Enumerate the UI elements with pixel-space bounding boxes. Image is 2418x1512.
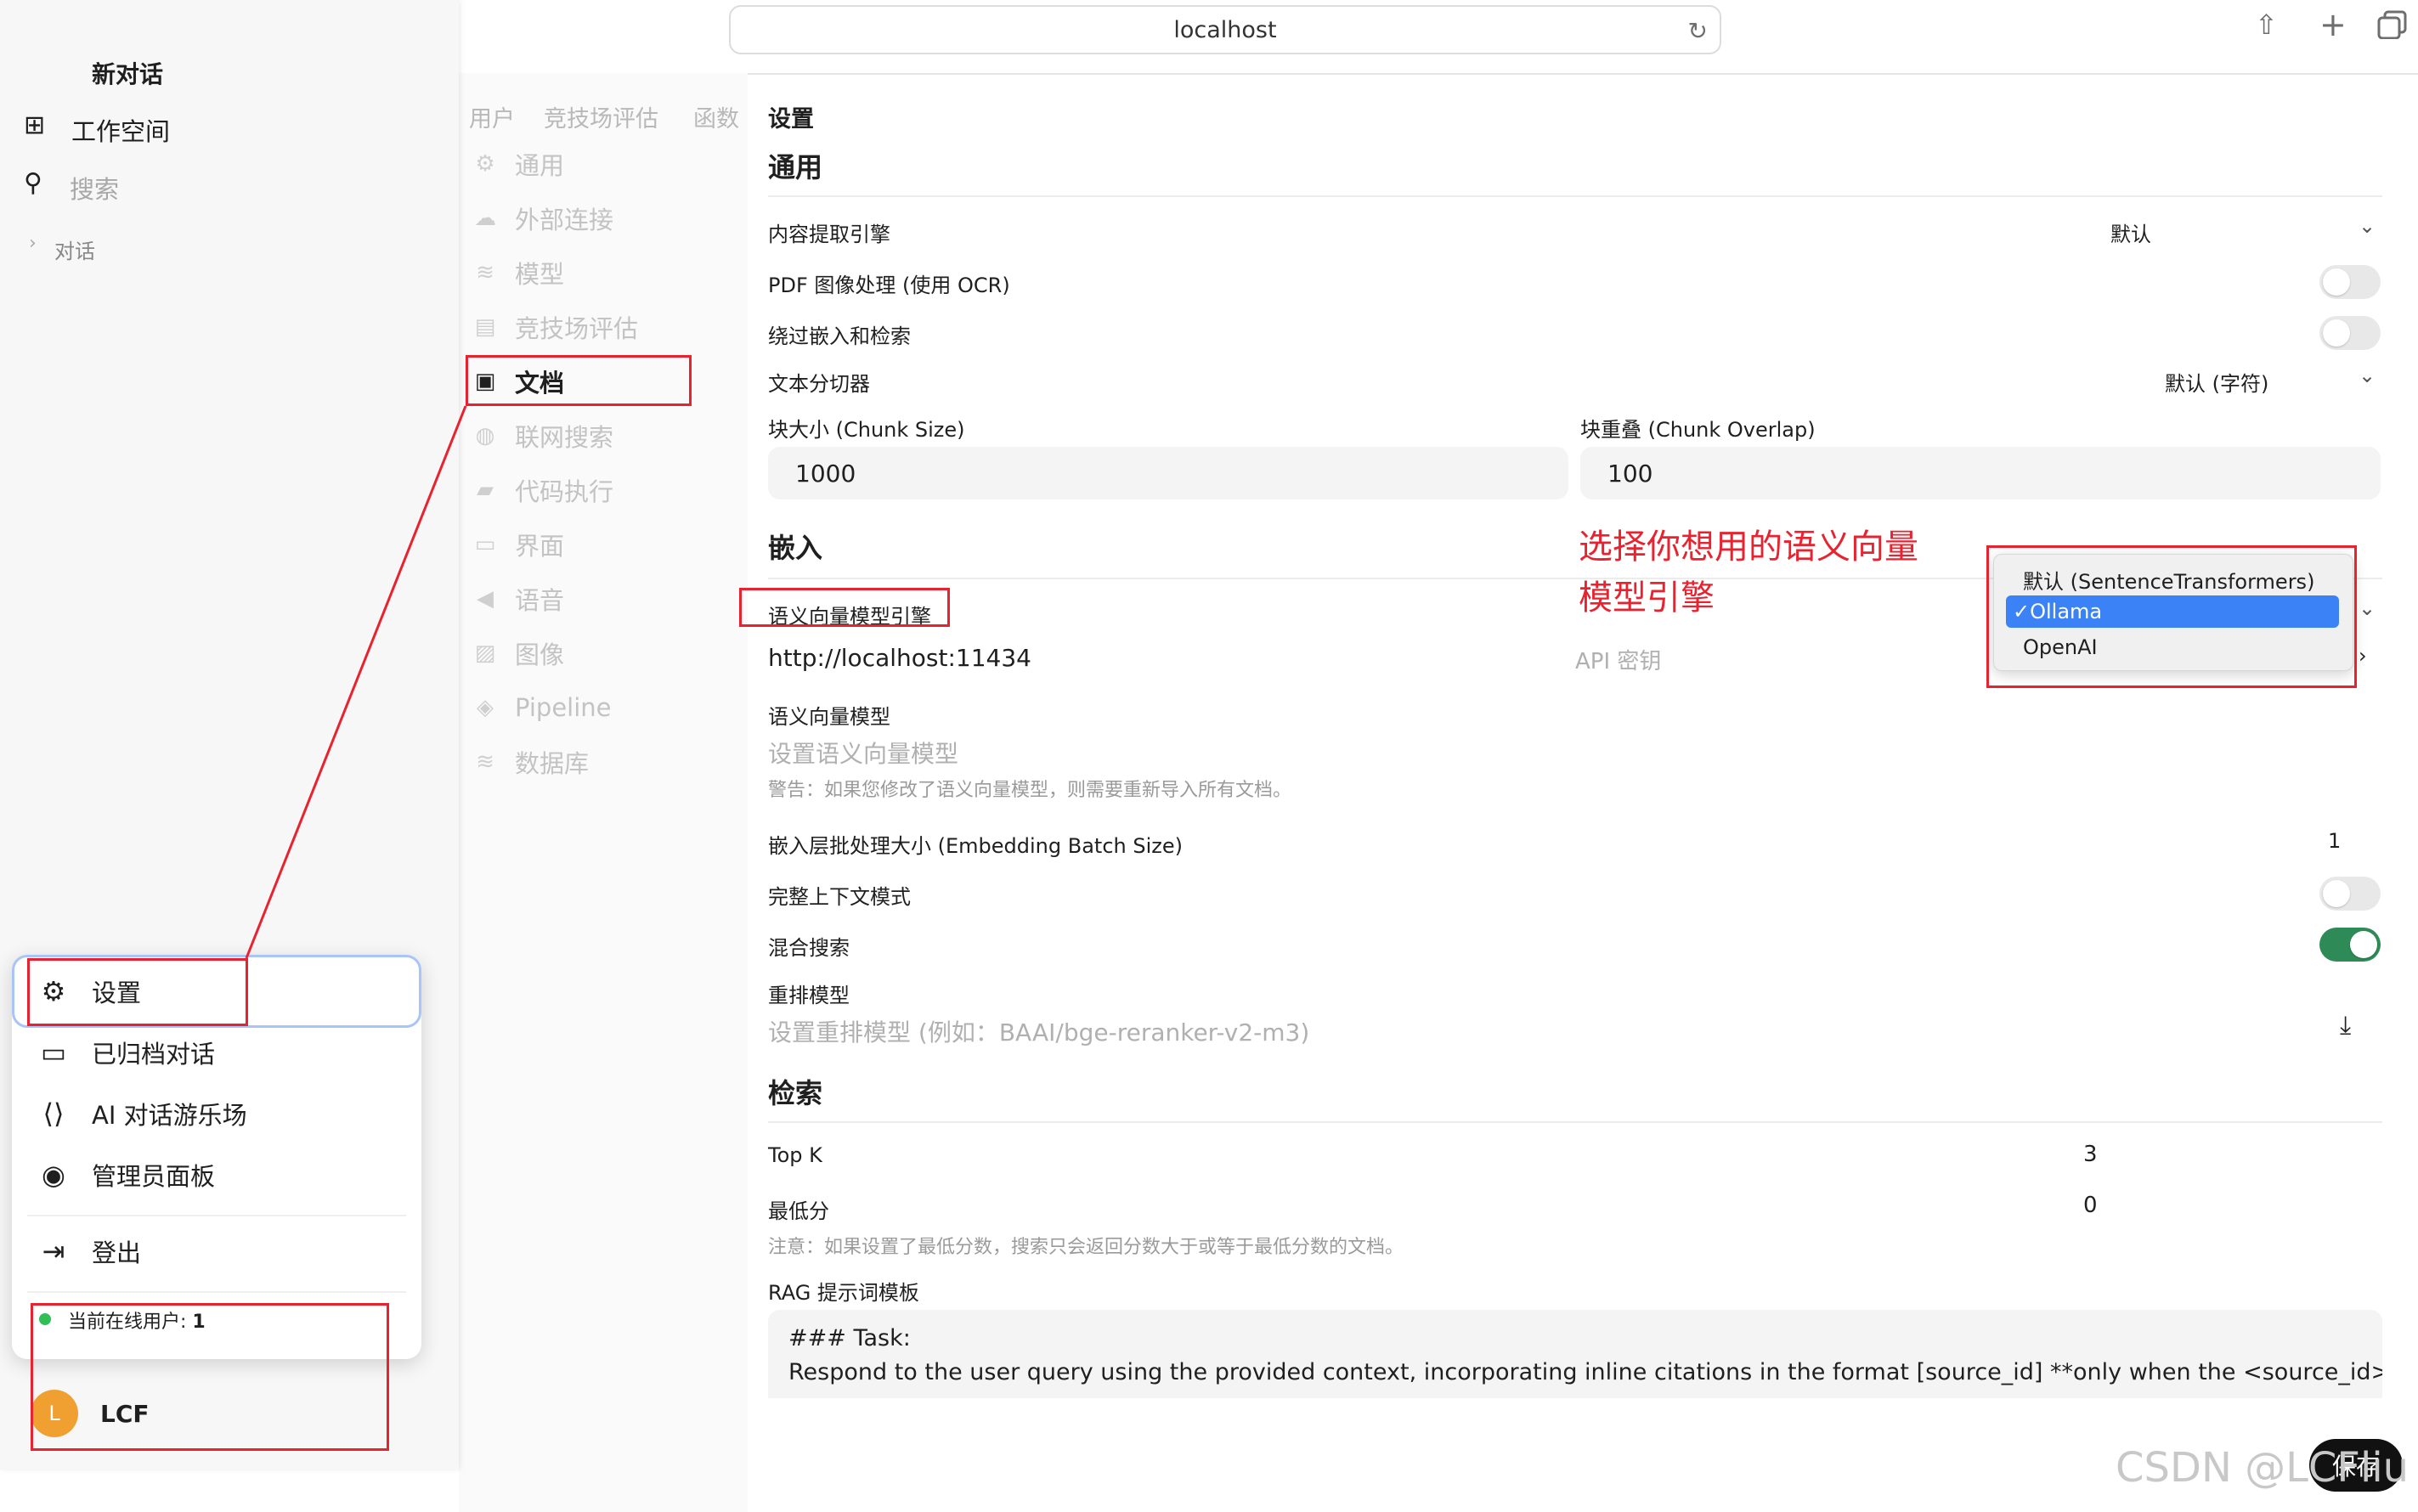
annotation-arrow [245, 405, 467, 959]
watermark: CSDN @LCFliu [2116, 1444, 2410, 1492]
